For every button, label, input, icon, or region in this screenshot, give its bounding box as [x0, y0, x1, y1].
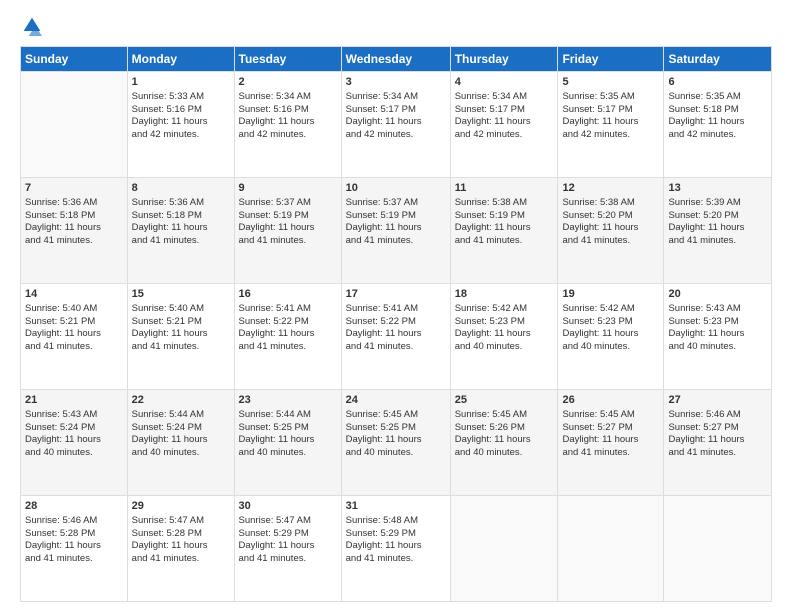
- calendar-cell: 30Sunrise: 5:47 AMSunset: 5:29 PMDayligh…: [234, 496, 341, 602]
- day-number: 27: [668, 393, 767, 408]
- calendar-cell: 31Sunrise: 5:48 AMSunset: 5:29 PMDayligh…: [341, 496, 450, 602]
- calendar-cell: 15Sunrise: 5:40 AMSunset: 5:21 PMDayligh…: [127, 284, 234, 390]
- calendar-cell: 11Sunrise: 5:38 AMSunset: 5:19 PMDayligh…: [450, 178, 558, 284]
- calendar-cell: 19Sunrise: 5:42 AMSunset: 5:23 PMDayligh…: [558, 284, 664, 390]
- day-number: 26: [562, 393, 659, 408]
- day-number: 8: [132, 181, 230, 196]
- day-number: 25: [455, 393, 554, 408]
- calendar-cell: 7Sunrise: 5:36 AMSunset: 5:18 PMDaylight…: [21, 178, 128, 284]
- calendar-cell: 21Sunrise: 5:43 AMSunset: 5:24 PMDayligh…: [21, 390, 128, 496]
- day-number: 31: [346, 499, 446, 514]
- calendar-week-row: 7Sunrise: 5:36 AMSunset: 5:18 PMDaylight…: [21, 178, 772, 284]
- page: SundayMondayTuesdayWednesdayThursdayFrid…: [0, 0, 792, 612]
- day-number: 28: [25, 499, 123, 514]
- calendar-cell: 8Sunrise: 5:36 AMSunset: 5:18 PMDaylight…: [127, 178, 234, 284]
- day-number: 16: [239, 287, 337, 302]
- day-number: 17: [346, 287, 446, 302]
- day-number: 19: [562, 287, 659, 302]
- calendar-cell: 26Sunrise: 5:45 AMSunset: 5:27 PMDayligh…: [558, 390, 664, 496]
- day-number: 21: [25, 393, 123, 408]
- calendar-cell: 3Sunrise: 5:34 AMSunset: 5:17 PMDaylight…: [341, 72, 450, 178]
- calendar-cell: 20Sunrise: 5:43 AMSunset: 5:23 PMDayligh…: [664, 284, 772, 390]
- day-number: 9: [239, 181, 337, 196]
- day-number: 5: [562, 75, 659, 90]
- calendar-cell: [21, 72, 128, 178]
- calendar-cell: 18Sunrise: 5:42 AMSunset: 5:23 PMDayligh…: [450, 284, 558, 390]
- day-number: 22: [132, 393, 230, 408]
- calendar-cell: 6Sunrise: 5:35 AMSunset: 5:18 PMDaylight…: [664, 72, 772, 178]
- day-number: 2: [239, 75, 337, 90]
- calendar-header-thursday: Thursday: [450, 47, 558, 72]
- calendar-cell: 1Sunrise: 5:33 AMSunset: 5:16 PMDaylight…: [127, 72, 234, 178]
- day-number: 29: [132, 499, 230, 514]
- logo: [20, 16, 42, 36]
- day-number: 18: [455, 287, 554, 302]
- calendar-week-row: 1Sunrise: 5:33 AMSunset: 5:16 PMDaylight…: [21, 72, 772, 178]
- logo-icon: [22, 16, 42, 36]
- day-number: 30: [239, 499, 337, 514]
- day-number: 20: [668, 287, 767, 302]
- day-number: 4: [455, 75, 554, 90]
- day-number: 1: [132, 75, 230, 90]
- calendar-header-friday: Friday: [558, 47, 664, 72]
- calendar-cell: 16Sunrise: 5:41 AMSunset: 5:22 PMDayligh…: [234, 284, 341, 390]
- calendar-cell: 25Sunrise: 5:45 AMSunset: 5:26 PMDayligh…: [450, 390, 558, 496]
- day-number: 13: [668, 181, 767, 196]
- calendar-cell: 5Sunrise: 5:35 AMSunset: 5:17 PMDaylight…: [558, 72, 664, 178]
- day-number: 24: [346, 393, 446, 408]
- calendar-cell: 27Sunrise: 5:46 AMSunset: 5:27 PMDayligh…: [664, 390, 772, 496]
- calendar-cell: 12Sunrise: 5:38 AMSunset: 5:20 PMDayligh…: [558, 178, 664, 284]
- calendar-header-row: SundayMondayTuesdayWednesdayThursdayFrid…: [21, 47, 772, 72]
- calendar-header-monday: Monday: [127, 47, 234, 72]
- header: [20, 16, 772, 36]
- calendar-cell: [664, 496, 772, 602]
- calendar-header-sunday: Sunday: [21, 47, 128, 72]
- day-number: 3: [346, 75, 446, 90]
- calendar-cell: 17Sunrise: 5:41 AMSunset: 5:22 PMDayligh…: [341, 284, 450, 390]
- day-number: 23: [239, 393, 337, 408]
- calendar-header-wednesday: Wednesday: [341, 47, 450, 72]
- calendar-week-row: 28Sunrise: 5:46 AMSunset: 5:28 PMDayligh…: [21, 496, 772, 602]
- calendar-table: SundayMondayTuesdayWednesdayThursdayFrid…: [20, 46, 772, 602]
- day-number: 11: [455, 181, 554, 196]
- calendar-cell: 28Sunrise: 5:46 AMSunset: 5:28 PMDayligh…: [21, 496, 128, 602]
- day-number: 6: [668, 75, 767, 90]
- calendar-cell: 9Sunrise: 5:37 AMSunset: 5:19 PMDaylight…: [234, 178, 341, 284]
- calendar-cell: 22Sunrise: 5:44 AMSunset: 5:24 PMDayligh…: [127, 390, 234, 496]
- calendar-header-tuesday: Tuesday: [234, 47, 341, 72]
- day-number: 15: [132, 287, 230, 302]
- calendar-cell: 23Sunrise: 5:44 AMSunset: 5:25 PMDayligh…: [234, 390, 341, 496]
- calendar-cell: 2Sunrise: 5:34 AMSunset: 5:16 PMDaylight…: [234, 72, 341, 178]
- calendar-cell: 14Sunrise: 5:40 AMSunset: 5:21 PMDayligh…: [21, 284, 128, 390]
- day-number: 14: [25, 287, 123, 302]
- calendar-cell: 13Sunrise: 5:39 AMSunset: 5:20 PMDayligh…: [664, 178, 772, 284]
- calendar-header-saturday: Saturday: [664, 47, 772, 72]
- calendar-cell: 4Sunrise: 5:34 AMSunset: 5:17 PMDaylight…: [450, 72, 558, 178]
- day-number: 7: [25, 181, 123, 196]
- day-number: 12: [562, 181, 659, 196]
- calendar-week-row: 21Sunrise: 5:43 AMSunset: 5:24 PMDayligh…: [21, 390, 772, 496]
- calendar-cell: [450, 496, 558, 602]
- calendar-cell: [558, 496, 664, 602]
- calendar-cell: 29Sunrise: 5:47 AMSunset: 5:28 PMDayligh…: [127, 496, 234, 602]
- calendar-cell: 10Sunrise: 5:37 AMSunset: 5:19 PMDayligh…: [341, 178, 450, 284]
- calendar-week-row: 14Sunrise: 5:40 AMSunset: 5:21 PMDayligh…: [21, 284, 772, 390]
- day-number: 10: [346, 181, 446, 196]
- calendar-cell: 24Sunrise: 5:45 AMSunset: 5:25 PMDayligh…: [341, 390, 450, 496]
